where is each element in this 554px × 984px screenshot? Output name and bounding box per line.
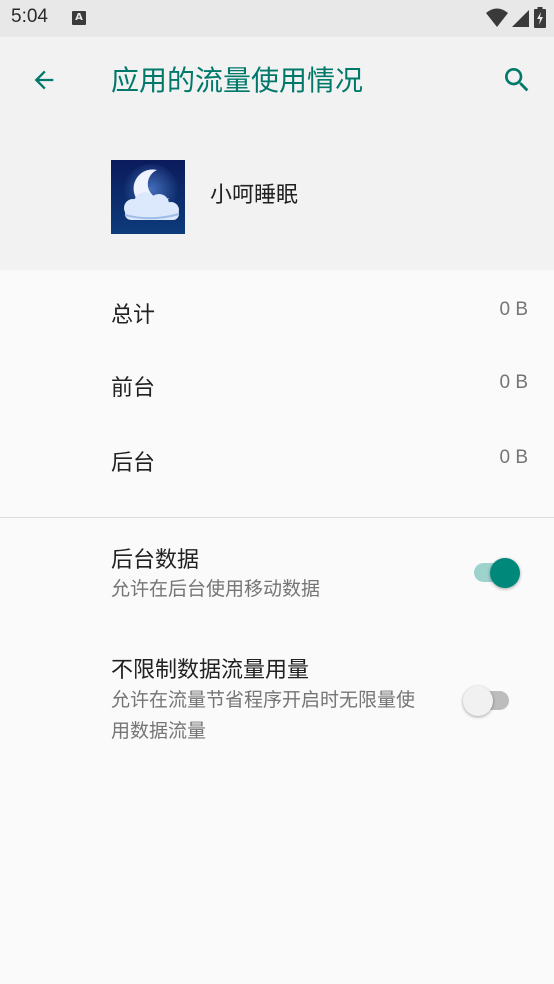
status-icons [486,7,546,32]
battery-charging-icon [534,7,546,32]
pref-summary: 允许在后台使用移动数据 [111,578,321,600]
usage-row-foreground: 前台 0 B [0,356,554,416]
usage-value: 0 B [499,299,528,320]
pref-summary: 允许在流量节省程序开启时无限量使用数据流量 [111,689,416,742]
background-data-switch[interactable] [470,552,526,592]
status-time: 5:04 [11,6,48,27]
moon-cloud-app-icon [111,160,185,234]
usage-label: 总计 [111,303,156,328]
unrestricted-data-switch[interactable] [463,680,521,720]
search-icon [501,64,533,100]
search-button[interactable] [494,59,540,105]
page-title: 应用的流量使用情况 [111,64,364,97]
pref-unrestricted-data[interactable]: 不限制数据流量用量 允许在流量节省程序开启时无限量使用数据流量 [0,640,554,760]
usage-value: 0 B [499,447,528,468]
app-header: 应用的流量使用情况 小呵睡眠 [0,37,554,270]
switch-thumb [463,686,493,716]
usage-row-background: 后台 0 B [0,431,554,491]
usage-label: 前台 [111,376,156,401]
cell-signal-icon [512,8,530,32]
pref-title: 后台数据 [111,548,200,573]
app-name: 小呵睡眠 [210,183,299,208]
usage-row-total: 总计 0 B [0,283,554,343]
arrow-back-icon [30,66,58,98]
divider [0,517,554,518]
status-bar: 5:04 A [0,0,554,37]
wifi-icon [486,8,508,32]
back-button[interactable] [22,60,66,104]
pref-title: 不限制数据流量用量 [111,658,310,683]
a-notification-icon: A [72,11,86,25]
switch-thumb [490,558,520,588]
pref-background-data[interactable]: 后台数据 允许在后台使用移动数据 [0,530,554,625]
usage-label: 后台 [111,451,156,476]
usage-value: 0 B [499,372,528,393]
